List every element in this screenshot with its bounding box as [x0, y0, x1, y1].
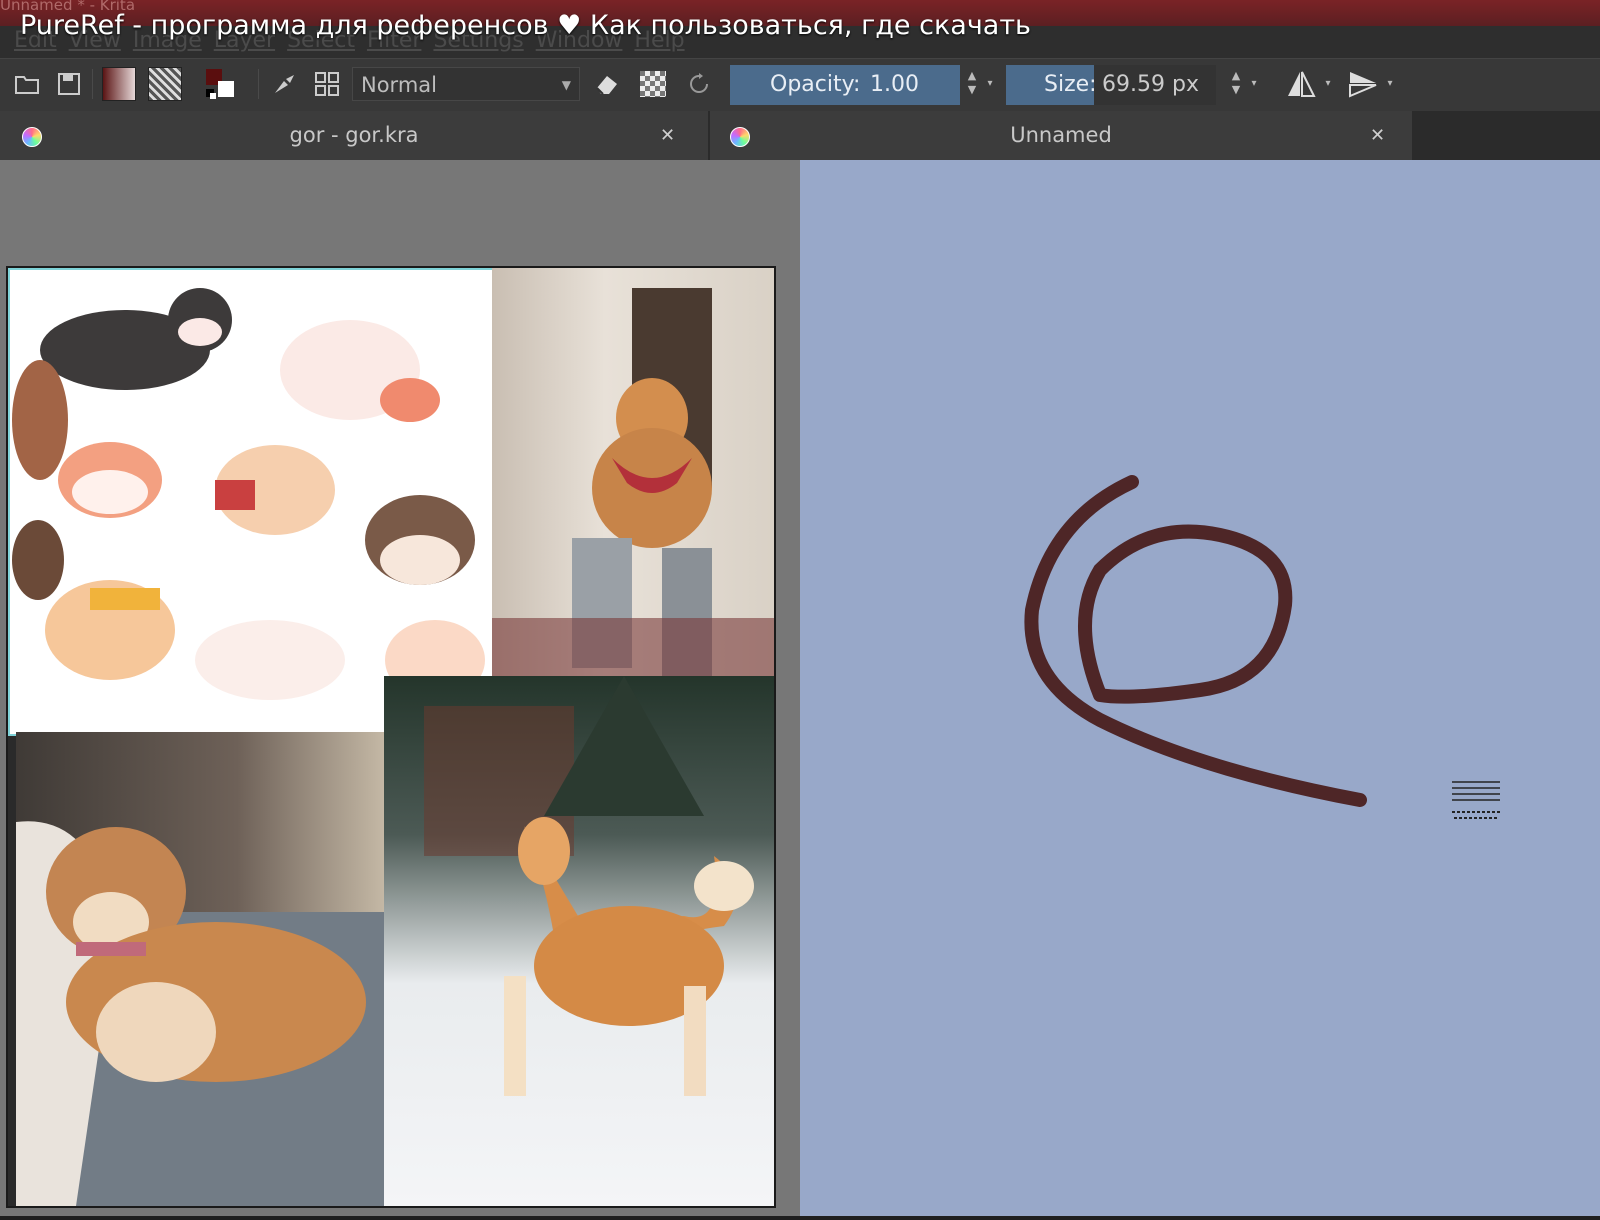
- tab-gor[interactable]: gor - gor.kra ✕: [0, 111, 709, 160]
- chevron-down-icon[interactable]: ▾: [1320, 69, 1336, 101]
- mirror-horizontal-icon[interactable]: [1284, 67, 1318, 101]
- tool-options-bar: Normal ▼ Opacity: 1.00 ▲ ▼ ▾ Size: 69.59 …: [0, 58, 1600, 112]
- chevron-down-icon[interactable]: ▾: [1246, 69, 1262, 101]
- brush-preset-icon[interactable]: [268, 67, 302, 101]
- pattern-icon[interactable]: [148, 67, 182, 101]
- alpha-lock-icon[interactable]: [636, 67, 670, 101]
- size-slider[interactable]: Size: 69.59 px: [1006, 65, 1216, 105]
- close-icon[interactable]: ✕: [1370, 111, 1385, 160]
- opacity-value: 1.00: [870, 72, 919, 97]
- video-title-overlay: PureRef - программа для референсов ♥ Как…: [20, 10, 1031, 41]
- eraser-icon[interactable]: [590, 67, 624, 101]
- reference-collage: [6, 266, 776, 1208]
- grid-icon[interactable]: [310, 67, 344, 101]
- reload-icon[interactable]: [682, 67, 716, 101]
- opacity-spinner[interactable]: ▲ ▼: [964, 69, 980, 101]
- size-value: 69.59 px: [1102, 72, 1199, 97]
- shiba-in-snow-image: [384, 676, 774, 1206]
- opacity-slider[interactable]: Opacity: 1.00: [730, 65, 960, 105]
- blend-mode-select[interactable]: Normal ▼: [352, 67, 580, 101]
- cartoon-shiba-sticker-image: [8, 268, 502, 736]
- canvas-gor[interactable]: [0, 160, 800, 1216]
- brush-stroke-drawing: [1024, 475, 1367, 807]
- tab-unnamed[interactable]: Unnamed ✕: [710, 111, 1413, 160]
- fg-bg-colors-icon[interactable]: [204, 67, 238, 101]
- mirror-vertical-icon[interactable]: [1346, 67, 1380, 101]
- size-label: Size:: [1044, 72, 1097, 97]
- shiba-on-bed-image: [16, 732, 384, 1206]
- tab-label: gor - gor.kra: [289, 123, 419, 147]
- document-tabs: gor - gor.kra ✕ Unnamed ✕: [0, 111, 1600, 160]
- chevron-down-icon[interactable]: ▾: [982, 69, 998, 101]
- chevron-down-icon[interactable]: ▾: [1382, 69, 1398, 101]
- close-icon[interactable]: ✕: [660, 111, 675, 160]
- size-spinner[interactable]: ▲ ▼: [1228, 69, 1244, 101]
- tab-label: Unnamed: [1010, 123, 1112, 147]
- save-icon[interactable]: [52, 67, 86, 101]
- open-file-icon[interactable]: [10, 67, 44, 101]
- canvas-unnamed[interactable]: [800, 160, 1600, 1216]
- opacity-label: Opacity:: [770, 72, 861, 97]
- brush-cursor-icon: [1452, 778, 1500, 826]
- gradient-icon[interactable]: [102, 67, 136, 101]
- chevron-down-icon: ▼: [561, 78, 571, 92]
- blend-mode-value: Normal: [361, 73, 437, 97]
- shiba-photo-held-image: [492, 268, 774, 676]
